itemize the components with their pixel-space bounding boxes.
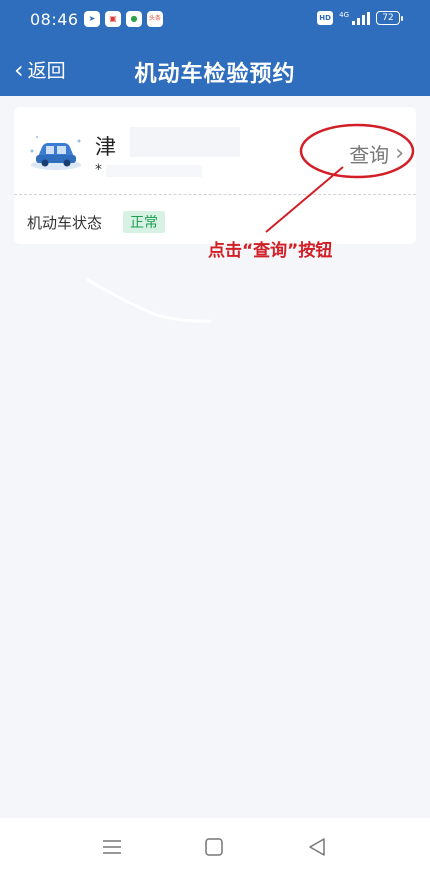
toutiao-icon: 头条: [147, 11, 163, 27]
wechat-icon: ●: [126, 11, 142, 27]
home-icon[interactable]: [199, 832, 229, 862]
redacted-sub-info: [106, 165, 202, 177]
query-button[interactable]: 查询 ›: [349, 139, 404, 168]
vehicle-card: 津 * 查询 › 机动车状态 正常: [14, 107, 416, 244]
annotation-text: 点击“查询”按钮: [208, 241, 333, 261]
system-nav-bar: [0, 818, 430, 874]
annotation-scribble: [86, 278, 212, 323]
message-icon: ▣: [105, 11, 121, 27]
top-bar: 08:46 ➤ ▣ ● 头条 HD 4G 72 ‹ 返回 机动车检验预约: [0, 0, 430, 96]
header-nav: ‹ 返回 机动车检验预约: [0, 44, 430, 96]
redacted-plate: [130, 127, 240, 157]
battery-icon: 72: [376, 11, 403, 25]
telegram-icon: ➤: [84, 11, 100, 27]
notification-icons: ➤ ▣ ● 头条: [84, 11, 163, 27]
status-badge: 正常: [123, 211, 165, 233]
status-bar: 08:46 ➤ ▣ ● 头条 HD 4G 72: [0, 0, 430, 40]
chevron-right-icon: ›: [395, 141, 404, 166]
status-time: 08:46: [30, 10, 79, 29]
car-icon: [30, 136, 81, 170]
status-indicators: HD 4G 72: [317, 11, 403, 25]
plate-number: 津: [95, 135, 116, 159]
signal-icon: 4G: [339, 11, 370, 25]
hd-icon: HD: [317, 11, 334, 25]
menu-icon[interactable]: [97, 832, 127, 862]
vehicle-status-label: 机动车状态: [27, 214, 103, 232]
vehicle-sub-info: *: [95, 162, 102, 178]
card-divider: [14, 194, 416, 195]
back-triangle-icon[interactable]: [302, 832, 332, 862]
query-label: 查询: [349, 143, 390, 167]
network-type: 4G: [339, 11, 349, 19]
page-title: 机动车检验预约: [134, 62, 296, 87]
